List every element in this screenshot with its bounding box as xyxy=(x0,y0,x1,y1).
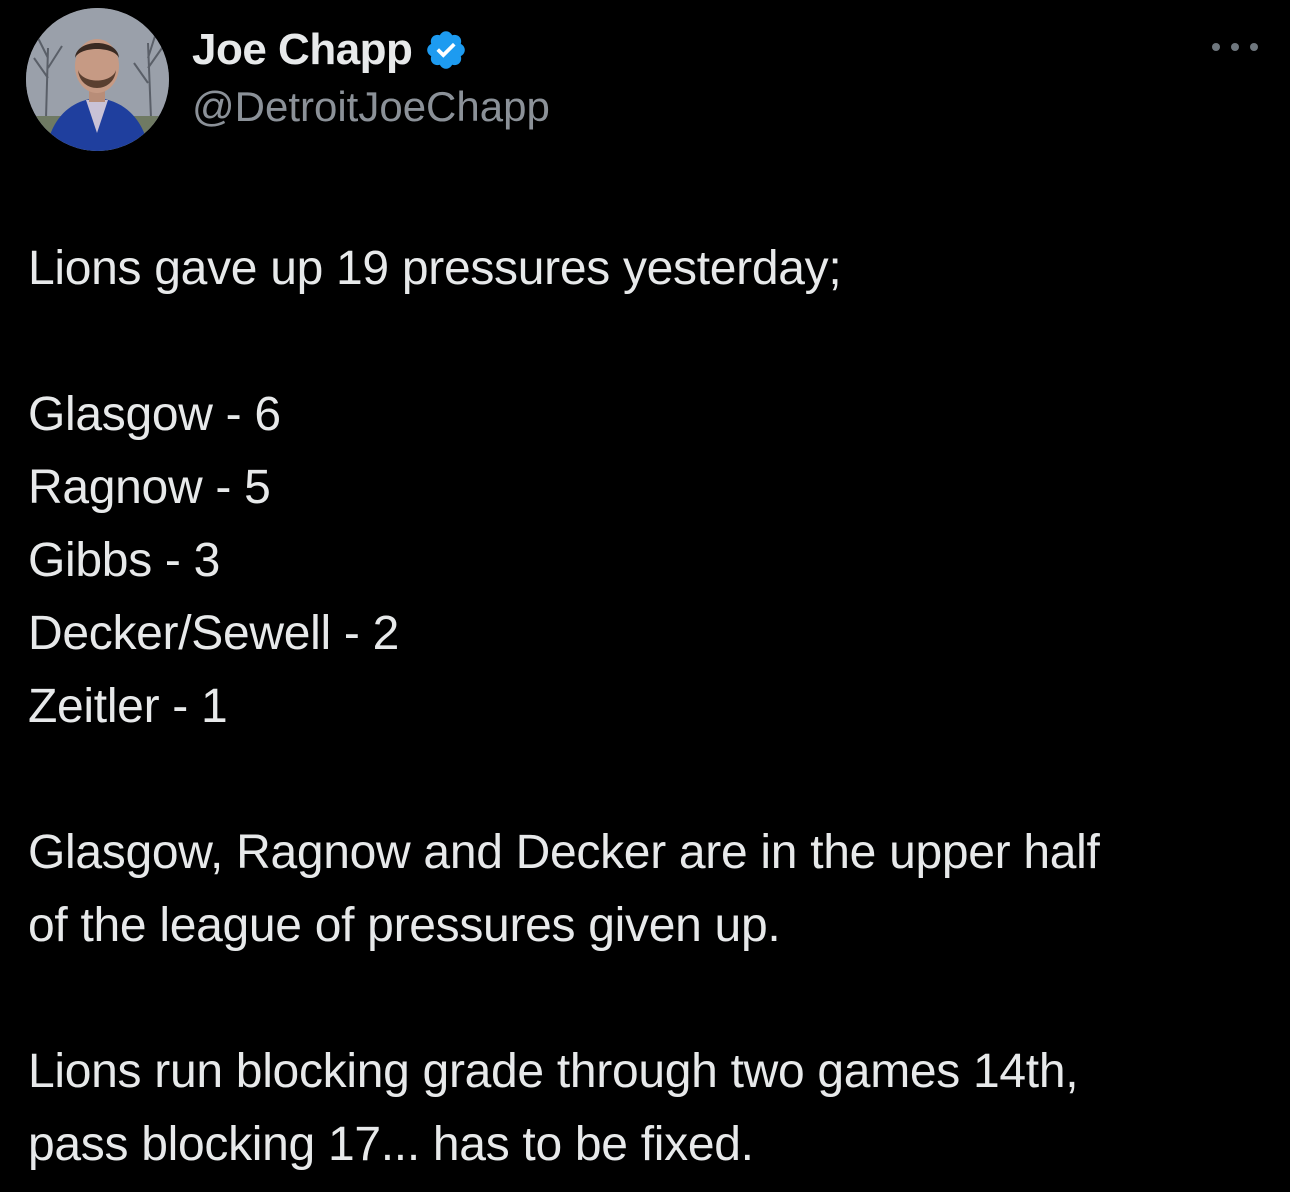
tweet-text-line: Zeitler - 1 xyxy=(28,680,228,733)
dot xyxy=(1250,43,1258,51)
tweet-text-line: of the league of pressures given up. xyxy=(28,899,781,952)
display-name[interactable]: Joe Chapp xyxy=(192,28,413,72)
author-name-row: Joe Chapp xyxy=(192,22,468,78)
tweet-text-blank-line xyxy=(28,962,1268,1035)
tweet-text-blank-line xyxy=(28,305,1268,378)
tweet-text-blank-line xyxy=(28,743,1268,816)
tweet-text-line: Ragnow - 5 xyxy=(28,461,271,514)
tweet-text-line: Glasgow - 6 xyxy=(28,388,281,441)
dot xyxy=(1212,43,1220,51)
tweet-text-line: Decker/Sewell - 2 xyxy=(28,607,400,660)
verified-badge-icon xyxy=(424,28,468,72)
tweet-text-line: Glasgow, Ragnow and Decker are in the up… xyxy=(28,826,1100,879)
dot xyxy=(1231,43,1239,51)
avatar[interactable] xyxy=(26,8,169,151)
tweet-text-line: Gibbs - 3 xyxy=(28,534,221,587)
tweet-card: Joe Chapp @DetroitJoeChapp Lions gave up… xyxy=(0,0,1290,1192)
tweet-text-line: Lions run blocking grade through two gam… xyxy=(28,1045,1079,1098)
more-options-icon[interactable] xyxy=(1212,36,1258,58)
tweet-text-line: pass blocking 17... has to be fixed. xyxy=(28,1118,754,1171)
user-handle[interactable]: @DetroitJoeChapp xyxy=(192,83,550,130)
tweet-text-line: Lions gave up 19 pressures yesterday; xyxy=(28,242,842,295)
tweet-text: Lions gave up 19 pressures yesterday; Gl… xyxy=(28,232,1268,1181)
profile-photo xyxy=(26,8,169,151)
